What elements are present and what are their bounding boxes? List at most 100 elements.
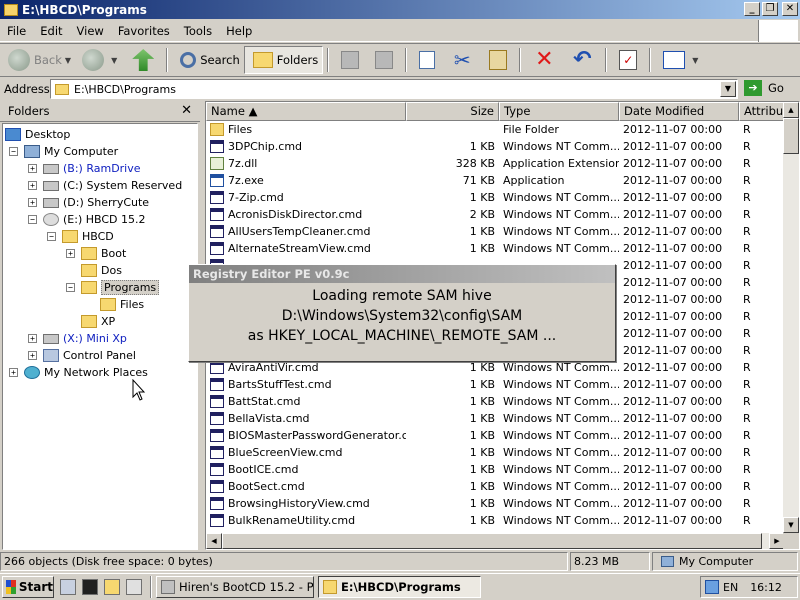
task-label: E:\HBCD\Programs bbox=[341, 580, 461, 594]
menu-help[interactable]: Help bbox=[219, 24, 259, 38]
expand-toggle[interactable]: + bbox=[28, 164, 37, 173]
network-tray-icon[interactable] bbox=[705, 580, 719, 594]
file-row[interactable]: Files File Folder 2012-11-07 00:00 R bbox=[206, 121, 786, 138]
column-header-attributes[interactable]: Attribut bbox=[739, 102, 786, 121]
column-header-size[interactable]: Size bbox=[406, 102, 499, 121]
move-to-button[interactable] bbox=[333, 46, 367, 74]
collapse-toggle[interactable]: − bbox=[28, 215, 37, 224]
tree-item-sherrycute[interactable]: + (D:) SherryCute bbox=[28, 194, 149, 211]
file-type: Windows NT Comm... bbox=[503, 378, 619, 391]
address-field[interactable]: ▼ bbox=[50, 79, 738, 99]
go-button[interactable]: ➔ Go bbox=[744, 80, 784, 96]
tree-item-control-panel[interactable]: + Control Panel bbox=[28, 347, 136, 364]
tree-item-network-places[interactable]: + My Network Places bbox=[9, 364, 148, 381]
menu-file[interactable]: File bbox=[0, 24, 33, 38]
maximize-button[interactable]: ❐ bbox=[762, 2, 778, 16]
paste-button[interactable] bbox=[481, 46, 515, 74]
file-size: 1 KB bbox=[469, 429, 495, 442]
tree-item-dos[interactable]: Dos bbox=[66, 262, 122, 279]
expand-toggle[interactable]: + bbox=[28, 198, 37, 207]
column-header-name[interactable]: Name ▲ bbox=[206, 102, 406, 121]
tree-item-hbcd-drive[interactable]: − (E:) HBCD 15.2 bbox=[28, 211, 146, 228]
tree-item-ramdrive[interactable]: + (B:) RamDrive bbox=[28, 160, 141, 177]
scroll-down-button[interactable]: ▼ bbox=[783, 517, 799, 533]
expand-toggle[interactable]: + bbox=[66, 249, 75, 258]
cut-button[interactable]: ✂ bbox=[443, 46, 481, 74]
expand-toggle[interactable]: + bbox=[28, 334, 37, 343]
copy-button[interactable] bbox=[411, 46, 443, 74]
minimize-button[interactable]: _ bbox=[744, 2, 760, 16]
file-name-cell: BootICE.cmd bbox=[206, 463, 406, 476]
scroll-up-button[interactable]: ▲ bbox=[783, 102, 799, 118]
column-header-type[interactable]: Type bbox=[499, 102, 619, 121]
close-icon[interactable]: ✕ bbox=[181, 103, 192, 118]
file-row[interactable]: 3DPChip.cmd 1 KB Windows NT Comm... 2012-11… bbox=[206, 138, 786, 155]
chevron-down-icon[interactable]: ▼ bbox=[65, 56, 71, 65]
language-indicator[interactable]: EN bbox=[723, 581, 738, 594]
file-row[interactable]: 7z.dll 328 KB Application Extension 2012-11… bbox=[206, 155, 786, 172]
tree-item-mini-xp[interactable]: + (X:) Mini Xp bbox=[28, 330, 127, 347]
file-row[interactable]: BlueScreenView.cmd 1 KB Windows NT Comm...… bbox=[206, 444, 786, 461]
file-row[interactable]: AllUsersTempCleaner.cmd 1 KB Windows NT Co… bbox=[206, 223, 786, 240]
expand-toggle[interactable]: + bbox=[9, 368, 18, 377]
quicklaunch-cmd-icon[interactable] bbox=[82, 579, 98, 595]
collapse-toggle[interactable]: − bbox=[66, 283, 75, 292]
tree-item-my-computer[interactable]: − My Computer bbox=[9, 143, 118, 160]
file-attributes: R bbox=[743, 429, 751, 442]
file-row[interactable]: AlternateStreamView.cmd 1 KB Windows NT Co… bbox=[206, 240, 786, 257]
quicklaunch-window-icon[interactable] bbox=[126, 579, 142, 595]
file-row[interactable]: 7z.exe 71 KB Application 2012-11-07 00:00 R bbox=[206, 172, 786, 189]
horizontal-scroll-thumb[interactable] bbox=[222, 533, 762, 549]
expand-toggle[interactable]: + bbox=[28, 181, 37, 190]
tree-item-boot[interactable]: + Boot bbox=[66, 245, 126, 262]
horizontal-scrollbar[interactable]: ◀ ▶ bbox=[206, 533, 785, 549]
tree-item-xp[interactable]: XP bbox=[66, 313, 115, 330]
file-row[interactable]: BootSect.cmd 1 KB Windows NT Comm... 2012-1… bbox=[206, 478, 786, 495]
tree-item-desktop[interactable]: Desktop bbox=[5, 126, 70, 143]
menu-favorites[interactable]: Favorites bbox=[111, 24, 177, 38]
menu-view[interactable]: View bbox=[70, 24, 111, 38]
folders-button[interactable]: Folders bbox=[243, 46, 324, 74]
start-button[interactable]: Start bbox=[2, 576, 54, 598]
tree-item-files[interactable]: Files bbox=[100, 296, 144, 313]
column-header-date[interactable]: Date Modified bbox=[619, 102, 739, 121]
file-row[interactable]: BootICE.cmd 1 KB Windows NT Comm... 2012-11… bbox=[206, 461, 786, 478]
back-button[interactable]: Back ▼ bbox=[4, 46, 78, 74]
chevron-down-icon[interactable]: ▼ bbox=[692, 56, 698, 65]
file-row[interactable]: 7-Zip.cmd 1 KB Windows NT Comm... 2012-11-0… bbox=[206, 189, 786, 206]
collapse-toggle[interactable]: − bbox=[47, 232, 56, 241]
close-button[interactable]: ✕ bbox=[782, 2, 798, 16]
tree-item-hbcd[interactable]: − HBCD bbox=[47, 228, 114, 245]
menu-edit[interactable]: Edit bbox=[33, 24, 69, 38]
quicklaunch-explorer-icon[interactable] bbox=[104, 579, 120, 595]
file-row[interactable]: BartsStuffTest.cmd 1 KB Windows NT Comm...… bbox=[206, 376, 786, 393]
file-row[interactable]: BulkRenameUtility.cmd 1 KB Windows NT Comm… bbox=[206, 512, 786, 529]
scroll-left-button[interactable]: ◀ bbox=[206, 533, 222, 549]
collapse-toggle[interactable]: − bbox=[9, 147, 18, 156]
up-button[interactable] bbox=[124, 46, 162, 74]
menu-tools[interactable]: Tools bbox=[177, 24, 219, 38]
views-button[interactable]: ▼ bbox=[655, 46, 705, 74]
taskbar-button-hirens[interactable]: Hiren's BootCD 15.2 - Pro... bbox=[156, 576, 314, 598]
search-button[interactable]: Search bbox=[172, 46, 244, 74]
delete-button[interactable]: ✕ bbox=[525, 46, 563, 74]
expand-toggle[interactable]: + bbox=[28, 351, 37, 360]
properties-button[interactable]: ✓ bbox=[611, 46, 645, 74]
undo-button[interactable]: ↶ bbox=[563, 46, 601, 74]
file-row[interactable]: AcronisDiskDirector.cmd 2 KB Windows NT Co… bbox=[206, 206, 786, 223]
taskbar-button-explorer[interactable]: E:\HBCD\Programs bbox=[318, 576, 481, 598]
copy-to-button[interactable] bbox=[367, 46, 401, 74]
file-row[interactable]: BIOSMasterPasswordGenerator.cmd 1 KB Windo… bbox=[206, 427, 786, 444]
file-row[interactable]: BrowsingHistoryView.cmd 1 KB Windows NT Co… bbox=[206, 495, 786, 512]
chevron-down-icon[interactable]: ▼ bbox=[111, 56, 117, 65]
file-row[interactable]: BattStat.cmd 1 KB Windows NT Comm... 2012-1… bbox=[206, 393, 786, 410]
quicklaunch-desktop-icon[interactable] bbox=[60, 579, 76, 595]
forward-button[interactable]: ▼ bbox=[78, 46, 124, 74]
tree-item-programs[interactable]: − Programs bbox=[66, 279, 160, 296]
vertical-scrollbar[interactable]: ▲ ▼ bbox=[783, 102, 799, 533]
tree-item-system-reserved[interactable]: + (C:) System Reserved bbox=[28, 177, 182, 194]
scroll-thumb[interactable] bbox=[783, 118, 799, 154]
address-input[interactable] bbox=[74, 82, 720, 96]
file-row[interactable]: BellaVista.cmd 1 KB Windows NT Comm... 2012… bbox=[206, 410, 786, 427]
address-dropdown-button[interactable]: ▼ bbox=[720, 81, 736, 97]
